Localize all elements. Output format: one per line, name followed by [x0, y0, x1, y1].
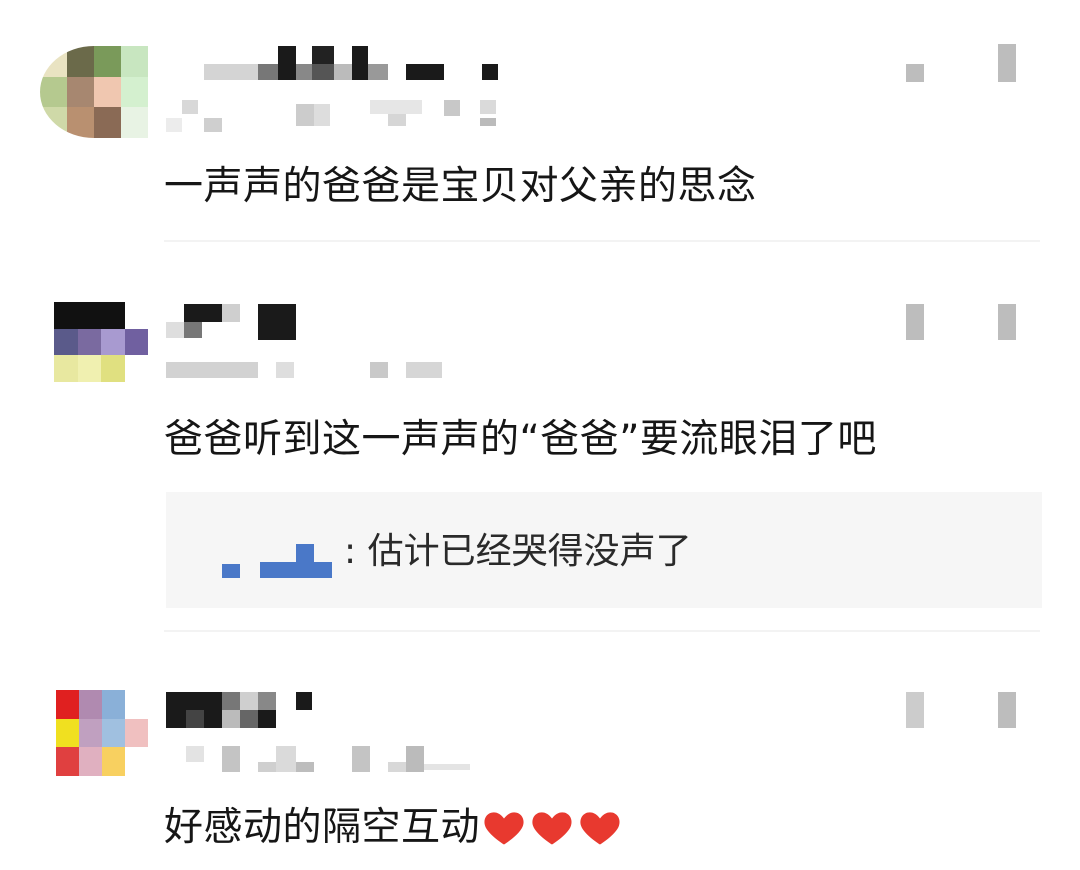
- comment-text: 爸爸听到这一声声的“爸爸”要流眼泪了吧: [164, 417, 877, 462]
- comment-text-body: 好感动的隔空互动: [164, 805, 481, 850]
- divider: [164, 240, 1040, 242]
- heart-icon: [532, 812, 572, 845]
- reply-text: : 估计已经哭得没声了: [344, 531, 692, 572]
- reply-username[interactable]: [260, 562, 332, 578]
- comment-text: 一声声的爸爸是宝贝对父亲的思念: [164, 164, 757, 209]
- like-icon[interactable]: [998, 692, 1016, 728]
- like-icon[interactable]: [998, 44, 1016, 82]
- reply-icon[interactable]: [906, 304, 924, 340]
- reply-icon[interactable]: [906, 692, 924, 728]
- divider: [164, 630, 1040, 632]
- avatar[interactable]: [40, 46, 148, 138]
- heart-icon: [580, 812, 620, 845]
- comment-text: 好感动的隔空互动: [164, 804, 626, 852]
- heart-icon: [484, 812, 524, 845]
- like-icon[interactable]: [998, 304, 1016, 340]
- avatar[interactable]: [56, 690, 148, 776]
- reply-username[interactable]: [222, 564, 240, 578]
- reply-icon[interactable]: [906, 64, 924, 82]
- avatar[interactable]: [54, 302, 148, 382]
- emoji-group: [482, 804, 626, 852]
